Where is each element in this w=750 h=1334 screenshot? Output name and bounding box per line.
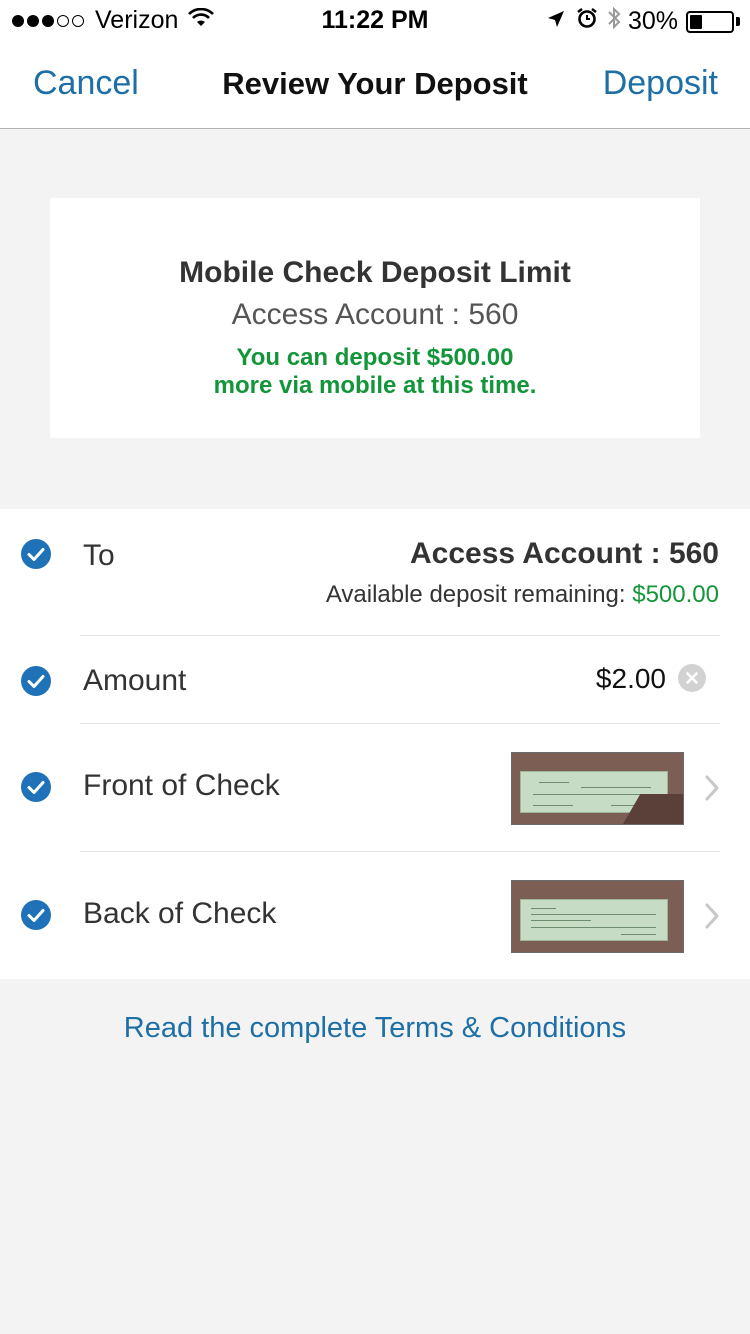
chevron-right-icon[interactable]: [702, 774, 722, 802]
chevron-right-icon[interactable]: [702, 902, 722, 930]
limit-message-line1: You can deposit $500.00: [236, 344, 514, 371]
navigation-bar: Cancel Review Your Deposit Deposit: [0, 40, 750, 129]
front-of-check-label: Front of Check: [83, 769, 280, 802]
amount-label: Amount: [83, 664, 187, 697]
battery-icon: [686, 10, 734, 33]
limit-message: You can deposit $500.00 more via mobile …: [50, 344, 700, 400]
battery-percent: 30%: [627, 7, 678, 35]
back-of-check-label: Back of Check: [83, 897, 277, 930]
deposit-limit-card: Mobile Check Deposit Limit Access Accoun…: [50, 198, 700, 438]
clear-amount-icon[interactable]: [678, 664, 706, 692]
checkmark-icon: [21, 772, 51, 802]
location-arrow-icon: [546, 8, 566, 36]
row-back-of-check[interactable]: Back of Check: [0, 851, 750, 979]
row-amount[interactable]: Amount $2.00: [0, 509, 750, 724]
status-bar: Verizon 11:22 PM 30%: [0, 0, 750, 40]
alarm-icon: [576, 7, 598, 36]
checkmark-icon: [21, 900, 51, 930]
bluetooth-icon: [606, 6, 622, 37]
amount-value[interactable]: $2.00: [596, 663, 666, 695]
status-right: 30%: [546, 6, 740, 37]
deposit-details-list: To Access Account : 560 Available deposi…: [0, 509, 750, 979]
checkmark-icon: [21, 666, 51, 696]
row-front-of-check[interactable]: Front of Check: [0, 723, 750, 852]
terms-and-conditions-link[interactable]: Read the complete Terms & Conditions: [0, 1012, 750, 1045]
deposit-button[interactable]: Deposit: [603, 64, 718, 103]
limit-title: Mobile Check Deposit Limit: [179, 256, 571, 289]
battery-cap: [736, 17, 740, 26]
back-check-thumbnail[interactable]: [511, 880, 684, 953]
front-check-thumbnail[interactable]: [511, 752, 684, 825]
limit-account: Access Account : 560: [231, 298, 519, 331]
limit-message-line2: more via mobile at this time.: [213, 372, 537, 399]
